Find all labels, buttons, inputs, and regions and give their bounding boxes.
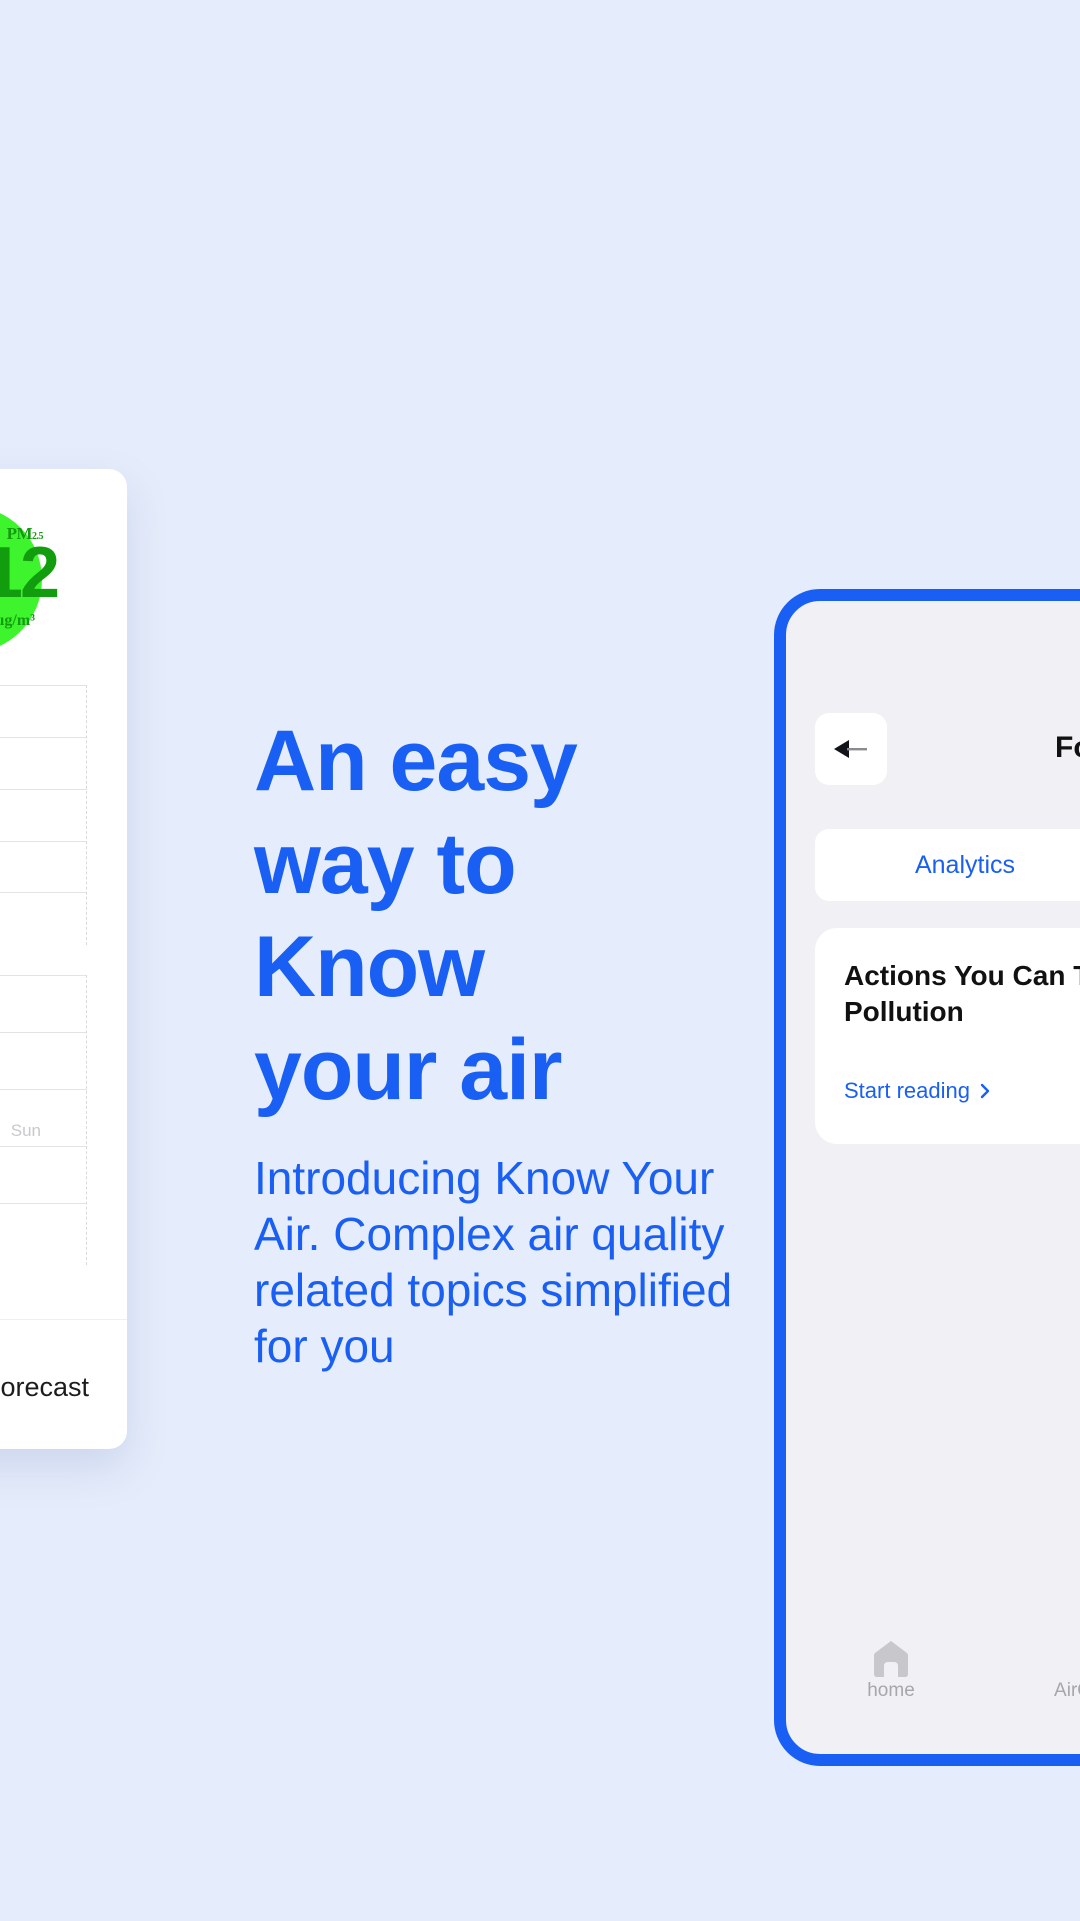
grid-line [0,1203,87,1204]
card-divider [0,1319,127,1320]
weekly-chart: Sun [0,685,87,1265]
hero-subtitle: Introducing Know Your Air. Complex air q… [254,1152,733,1372]
grid-line [0,892,87,893]
arrow-left-icon [834,740,867,758]
pm25-value: 12 [0,533,60,613]
nav-label: AirQloud [1054,1680,1080,1701]
back-button[interactable] [815,713,887,785]
screen-title: Fo [1055,731,1080,764]
hero-title-line: your air [254,1022,562,1118]
tab-analytics[interactable]: Analytics [815,829,1080,901]
grid-vline [86,975,87,1265]
start-reading-link[interactable]: Start reading [844,1078,990,1104]
nav-item-home[interactable]: home [856,1640,926,1702]
hero-title-line: An easy [254,713,578,809]
start-reading-label: Start reading [844,1078,970,1103]
grid-line [0,975,87,976]
chevron-right-icon [980,1083,990,1099]
grid-line [0,1032,87,1033]
bottom-nav: home AirQloud [786,1634,1080,1754]
grid-line [0,1146,87,1147]
grid-line [0,841,87,842]
grid-line [0,1089,87,1090]
pm25-unit: ug/m³ [0,612,35,629]
hero-title-line: way to [254,816,517,912]
nav-item-airqloud[interactable]: AirQloud [1054,1640,1080,1702]
hero-title: An easy way to Know your air [254,710,674,1122]
phone-mockup: Fo Analytics Actions You Can Take to Red… [774,589,1080,1766]
hero-title-line: Know [254,919,485,1015]
grid-line [0,685,87,686]
nav-label: home [867,1680,915,1701]
grid-line [0,789,87,790]
airqloud-icon [1073,1640,1080,1678]
forecast-tab[interactable]: Forecast [0,1372,89,1403]
grid-vline [86,685,87,945]
grid-line [0,737,87,738]
article-title: Actions You Can Take to Reduce Air Pollu… [844,960,1080,1027]
home-icon [874,1641,908,1677]
segmented-control: Analytics [815,829,1080,901]
air-quality-card: PM2.5 12 ug/m³ Sun Forecast [0,469,127,1449]
chart-day-label: Sun [10,1121,41,1140]
article-card[interactable]: Actions You Can Take to Reduce Air Pollu… [815,928,1080,1144]
